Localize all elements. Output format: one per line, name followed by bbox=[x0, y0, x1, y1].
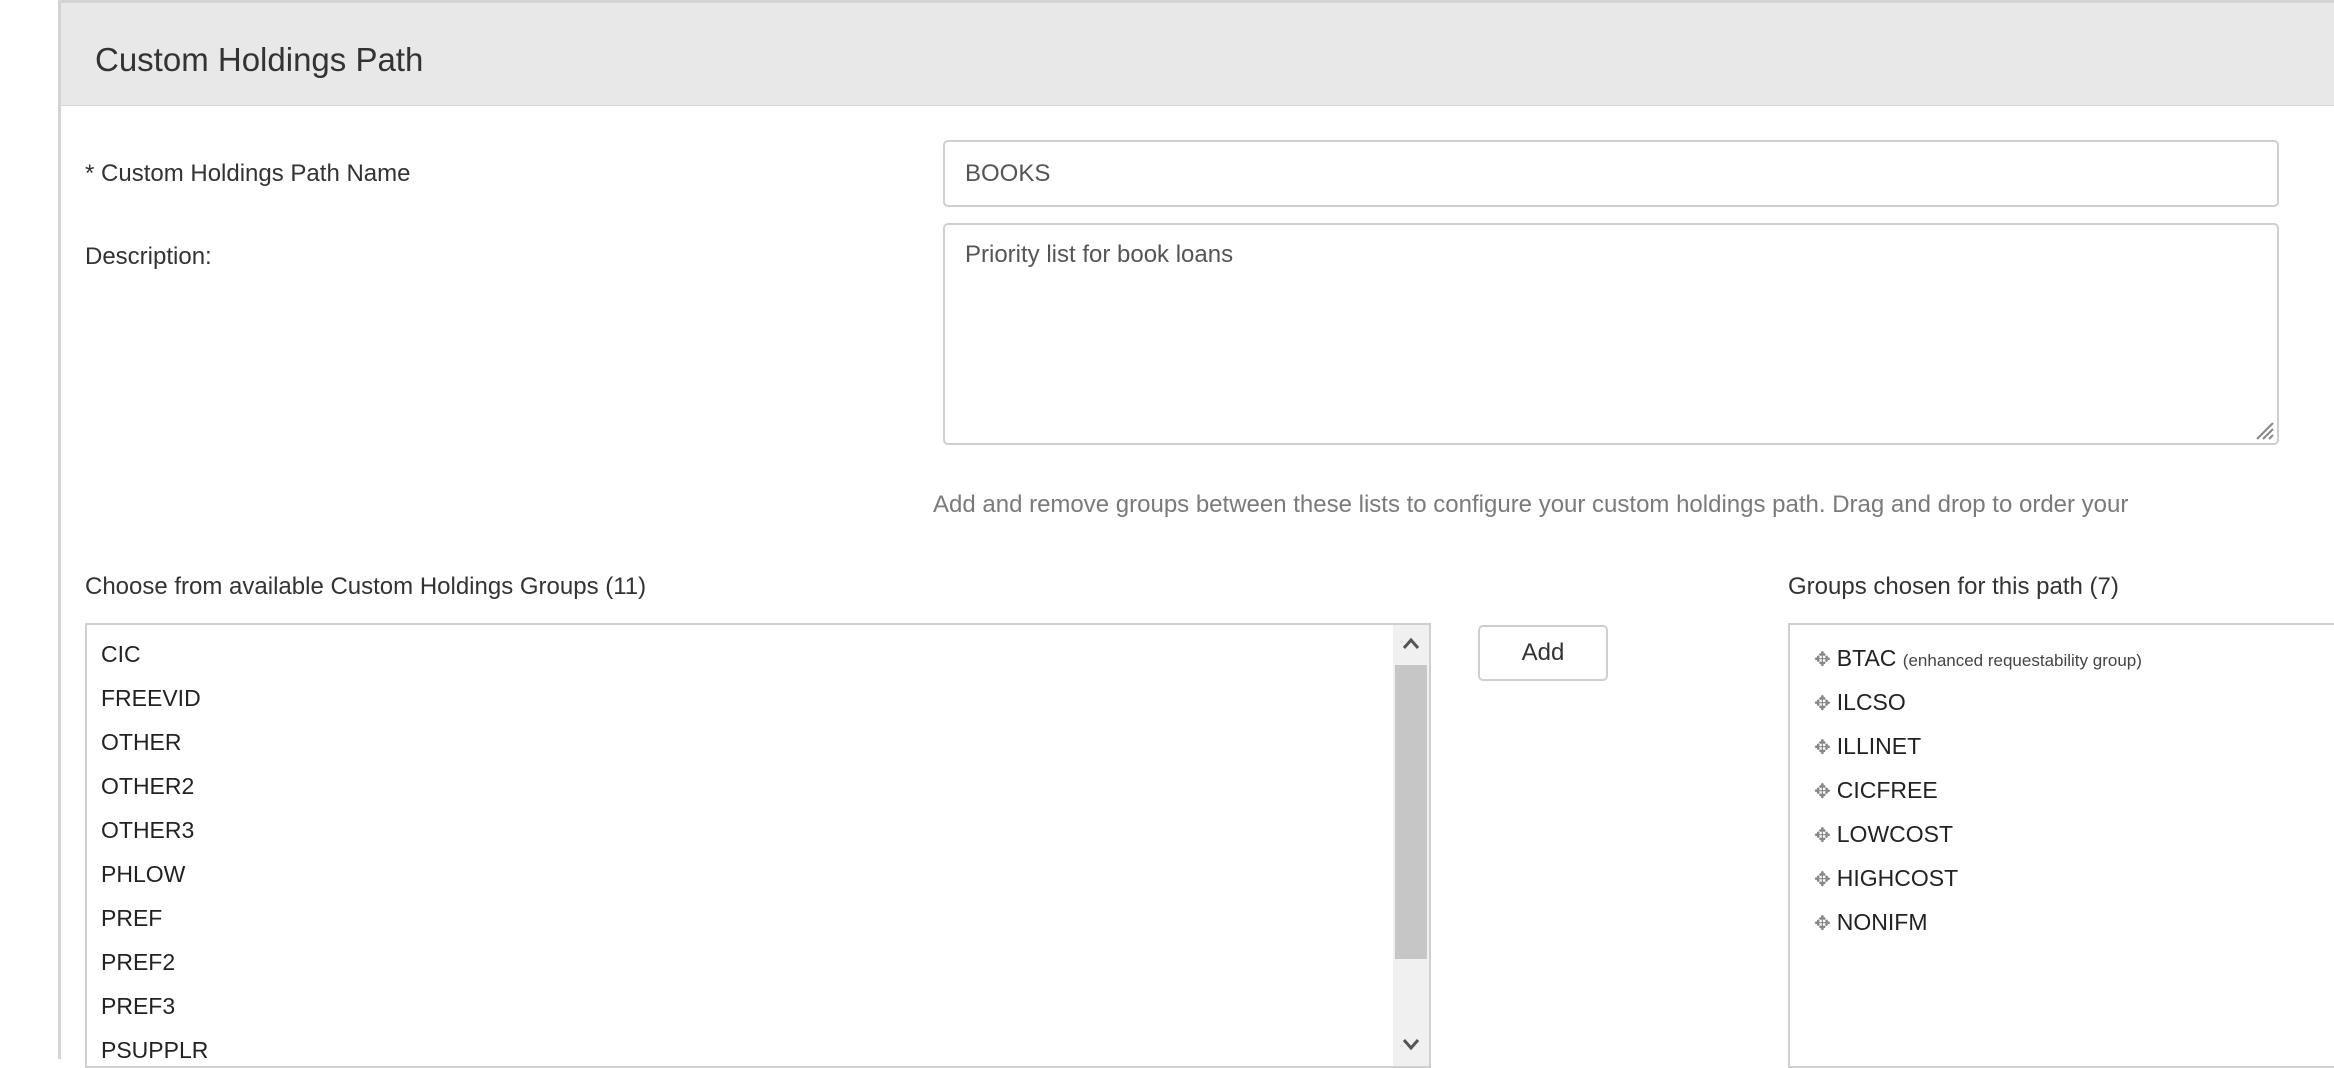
group-name: BTAC bbox=[1836, 645, 1897, 671]
list-item[interactable]: FREEVID bbox=[101, 685, 201, 712]
description-textarea[interactable]: Priority list for book loans bbox=[943, 223, 2279, 445]
list-item[interactable]: PREF bbox=[101, 905, 162, 932]
move-icon[interactable]: ✥ bbox=[1814, 691, 1831, 716]
scroll-thumb[interactable] bbox=[1395, 665, 1427, 959]
chosen-list-item[interactable]: ✥ CICFREE bbox=[1814, 777, 1938, 804]
path-name-label: * Custom Holdings Path Name bbox=[85, 160, 411, 187]
help-text: Add and remove groups between these list… bbox=[933, 491, 2129, 518]
chosen-list-item[interactable]: ✥ NONIFM bbox=[1814, 909, 1927, 936]
list-item[interactable]: OTHER bbox=[101, 729, 182, 756]
chosen-groups-listbox[interactable]: ✥ BTAC (enhanced requestability group) ✥ I… bbox=[1788, 623, 2334, 1068]
list-item[interactable]: OTHER3 bbox=[101, 817, 194, 844]
chosen-list-item[interactable]: ✥ BTAC (enhanced requestability group) bbox=[1814, 645, 2142, 672]
chosen-list-item[interactable]: ✥ HIGHCOST bbox=[1814, 865, 1958, 892]
move-icon[interactable]: ✥ bbox=[1814, 779, 1831, 804]
available-list-scrollbar[interactable] bbox=[1393, 625, 1429, 1066]
path-name-input[interactable] bbox=[943, 140, 2279, 207]
group-name: ILLINET bbox=[1836, 733, 1922, 759]
chosen-groups-label: Groups chosen for this path (7) bbox=[1788, 573, 2119, 600]
group-name: HIGHCOST bbox=[1836, 865, 1959, 891]
move-icon[interactable]: ✥ bbox=[1814, 911, 1831, 936]
add-button[interactable]: Add bbox=[1478, 625, 1608, 681]
group-name: NONIFM bbox=[1836, 909, 1928, 935]
group-name: LOWCOST bbox=[1836, 821, 1954, 847]
available-groups-label: Choose from available Custom Holdings Gr… bbox=[85, 573, 647, 600]
chosen-list-item[interactable]: ✥ LOWCOST bbox=[1814, 821, 1953, 848]
group-note: (enhanced requestability group) bbox=[1902, 651, 2142, 670]
chevron-down-icon[interactable] bbox=[1393, 1025, 1429, 1063]
custom-holdings-panel: Custom Holdings Path * Custom Holdings P… bbox=[58, 0, 2334, 1068]
panel-title: Custom Holdings Path bbox=[95, 41, 424, 78]
chevron-up-icon[interactable] bbox=[1393, 625, 1429, 663]
move-icon[interactable]: ✥ bbox=[1814, 823, 1831, 848]
resize-grip-icon[interactable] bbox=[2253, 419, 2275, 441]
move-icon[interactable]: ✥ bbox=[1814, 735, 1831, 760]
list-item[interactable]: PREF2 bbox=[101, 949, 175, 976]
chosen-list-item[interactable]: ✥ ILCSO bbox=[1814, 689, 1906, 716]
list-item[interactable]: PREF3 bbox=[101, 993, 175, 1020]
available-groups-listbox[interactable]: CIC FREEVID OTHER OTHER2 OTHER3 PHLOW PR… bbox=[85, 623, 1431, 1068]
group-name: ILCSO bbox=[1836, 689, 1906, 715]
list-item[interactable]: OTHER2 bbox=[101, 773, 194, 800]
list-item[interactable]: CIC bbox=[101, 641, 141, 668]
group-name: CICFREE bbox=[1836, 777, 1938, 803]
description-label: Description: bbox=[85, 243, 212, 270]
chosen-list-item[interactable]: ✥ ILLINET bbox=[1814, 733, 1921, 760]
list-item[interactable]: PSUPPLR bbox=[101, 1037, 208, 1064]
move-icon[interactable]: ✥ bbox=[1814, 647, 1831, 672]
panel-header: Custom Holdings Path bbox=[61, 3, 2334, 106]
move-icon[interactable]: ✥ bbox=[1814, 867, 1831, 892]
list-item[interactable]: PHLOW bbox=[101, 861, 185, 888]
